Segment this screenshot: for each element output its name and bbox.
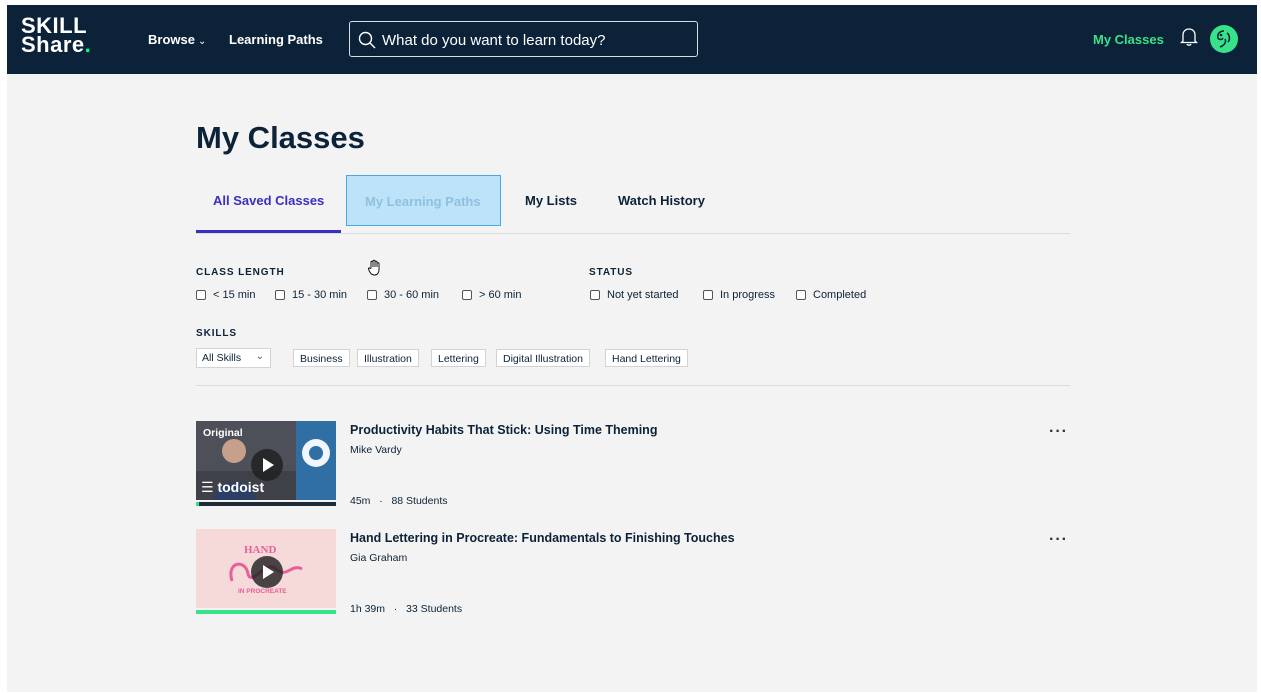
more-options-icon[interactable]: ··· <box>1049 423 1068 441</box>
browse-menu[interactable]: Browse ⌄ <box>148 32 206 47</box>
skill-chip-lettering[interactable]: Lettering <box>431 349 486 367</box>
learning-paths-link[interactable]: Learning Paths <box>229 32 323 47</box>
tab-my-lists[interactable]: My Lists <box>525 193 577 208</box>
skill-chip-illustration[interactable]: Illustration <box>357 349 419 367</box>
class-duration: 45m <box>350 495 371 507</box>
original-badge: Original <box>203 427 243 439</box>
play-icon[interactable] <box>251 449 283 481</box>
checkbox-15-30-min[interactable]: 15 - 30 min <box>275 289 347 301</box>
logo-dot: . <box>84 32 92 57</box>
filters-divider <box>196 385 1070 386</box>
checkbox-box[interactable] <box>796 290 806 300</box>
avatar-face-icon <box>1217 30 1231 48</box>
checkbox-label: Not yet started <box>607 289 679 301</box>
class-teacher[interactable]: Gia Graham <box>350 552 407 564</box>
checkbox-completed[interactable]: Completed <box>796 289 866 301</box>
class-duration: 1h 39m <box>350 603 386 615</box>
skillshare-logo[interactable]: SKILL Share. <box>21 15 117 64</box>
hand-cursor-icon <box>367 259 380 276</box>
class-teacher[interactable]: Mike Vardy <box>350 444 402 456</box>
checkbox-30-60-min[interactable]: 30 - 60 min <box>367 289 439 301</box>
top-nav-bar: SKILL Share. Browse⌄ Learning Paths My C… <box>7 5 1257 74</box>
user-avatar[interactable] <box>1210 25 1238 53</box>
chevron-down-icon: ⌄ <box>197 36 207 47</box>
checkbox-label: 30 - 60 min <box>384 289 440 301</box>
skill-chip-hand-lettering[interactable]: Hand Lettering <box>605 349 688 367</box>
skill-chip-digital-illustration[interactable]: Digital Illustration <box>496 349 590 367</box>
checkbox-in-progress[interactable]: In progress <box>703 289 775 301</box>
checkbox-under-15-min[interactable]: < 15 min <box>196 289 256 301</box>
checkbox-over-60-min[interactable]: > 60 min <box>462 289 522 301</box>
logo-line-2: Share <box>21 32 85 57</box>
brand-label: todoist <box>217 479 265 495</box>
checkbox-box[interactable] <box>462 290 472 300</box>
class-thumbnail[interactable]: Original ☰ todoist <box>196 421 336 500</box>
meta-separator: · <box>373 495 389 507</box>
class-title[interactable]: Hand Lettering in Procreate: Fundamental… <box>350 531 735 545</box>
page-title: My Classes <box>196 120 365 155</box>
tab-my-learning-paths-label: My Learning Paths <box>365 194 481 209</box>
class-thumbnail[interactable]: HAND IN PROCREATE <box>196 529 336 608</box>
todoist-brand: ☰ todoist <box>201 479 265 495</box>
search-bar[interactable] <box>349 21 698 57</box>
active-tab-indicator <box>196 230 341 233</box>
class-meta: 45m · 88 Students <box>350 495 448 507</box>
more-options-icon[interactable]: ··· <box>1049 531 1068 549</box>
skill-chip-business[interactable]: Business <box>293 349 350 367</box>
class-students: 33 Students <box>406 603 463 615</box>
my-classes-link[interactable]: My Classes <box>1093 32 1164 47</box>
checkbox-box[interactable] <box>196 290 206 300</box>
play-icon[interactable] <box>251 556 283 588</box>
class-length-label: CLASS LENGTH <box>196 267 285 278</box>
checkbox-label: 15 - 30 min <box>292 289 348 301</box>
tabs-divider <box>196 233 1070 234</box>
class-title[interactable]: Productivity Habits That Stick: Using Ti… <box>350 423 657 437</box>
class-progress-bar <box>196 502 336 506</box>
checkbox-label: In progress <box>720 289 776 301</box>
svg-text:HAND: HAND <box>244 544 276 556</box>
app-frame: SKILL Share. Browse⌄ Learning Paths My C… <box>7 5 1257 692</box>
meta-separator: · <box>387 603 404 615</box>
browse-label: Browse <box>148 32 195 47</box>
skills-dropdown[interactable]: All Skills ⌄ <box>196 348 271 368</box>
checkbox-not-yet-started[interactable]: Not yet started <box>590 289 679 301</box>
svg-text:IN PROCREATE: IN PROCREATE <box>238 588 287 595</box>
class-progress-fill <box>196 502 199 506</box>
checkbox-label: Completed <box>813 289 867 301</box>
skills-dropdown-value: All Skills <box>202 352 242 364</box>
class-meta: 1h 39m · 33 Students <box>350 603 462 615</box>
checkbox-box[interactable] <box>703 290 713 300</box>
class-progress-fill <box>196 610 336 614</box>
class-students: 88 Students <box>391 495 448 507</box>
bell-icon[interactable] <box>1180 27 1198 47</box>
status-label: STATUS <box>589 267 633 278</box>
tab-my-learning-paths[interactable]: My Learning Paths <box>346 175 501 226</box>
checkbox-label: < 15 min <box>213 289 256 301</box>
tab-all-saved-classes[interactable]: All Saved Classes <box>213 193 324 208</box>
checkbox-box[interactable] <box>590 290 600 300</box>
tab-watch-history[interactable]: Watch History <box>618 193 705 208</box>
chevron-down-icon: ⌄ <box>255 351 264 362</box>
search-input[interactable] <box>382 30 682 50</box>
skills-label: SKILLS <box>196 328 237 339</box>
checkbox-box[interactable] <box>275 290 285 300</box>
search-icon <box>358 31 376 49</box>
checkbox-label: > 60 min <box>479 289 522 301</box>
class-progress-bar <box>196 610 336 614</box>
checkbox-box[interactable] <box>367 290 377 300</box>
